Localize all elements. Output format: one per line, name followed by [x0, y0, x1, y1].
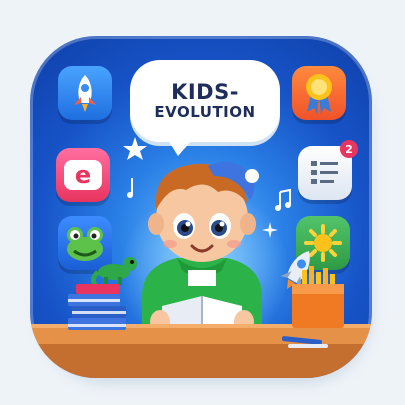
letter-e-tile: e — [56, 148, 110, 202]
tile-letter: e — [74, 161, 92, 189]
checklist-tile: 2 — [298, 140, 358, 200]
pen-icon — [282, 336, 328, 348]
title-speech-bubble: KIDS- EVOLUTION — [130, 60, 280, 156]
title-line-2: EVOLUTION — [154, 103, 256, 122]
letter-e-icon: e — [64, 160, 102, 190]
checklist-icon — [311, 161, 338, 184]
award-tile — [292, 66, 346, 120]
title-line-1: KIDS- — [171, 80, 239, 105]
rocket-icon — [74, 75, 96, 112]
notification-badge: 2 — [340, 140, 358, 158]
orange-box — [292, 284, 344, 328]
award-ribbon-icon — [306, 74, 332, 114]
app-icon[interactable]: KIDS- EVOLUTION e 2 — [30, 36, 372, 378]
book-stack-icon — [68, 284, 126, 330]
notification-count: 2 — [345, 142, 353, 156]
rocket-tile — [58, 66, 112, 120]
boy-character — [142, 161, 262, 346]
